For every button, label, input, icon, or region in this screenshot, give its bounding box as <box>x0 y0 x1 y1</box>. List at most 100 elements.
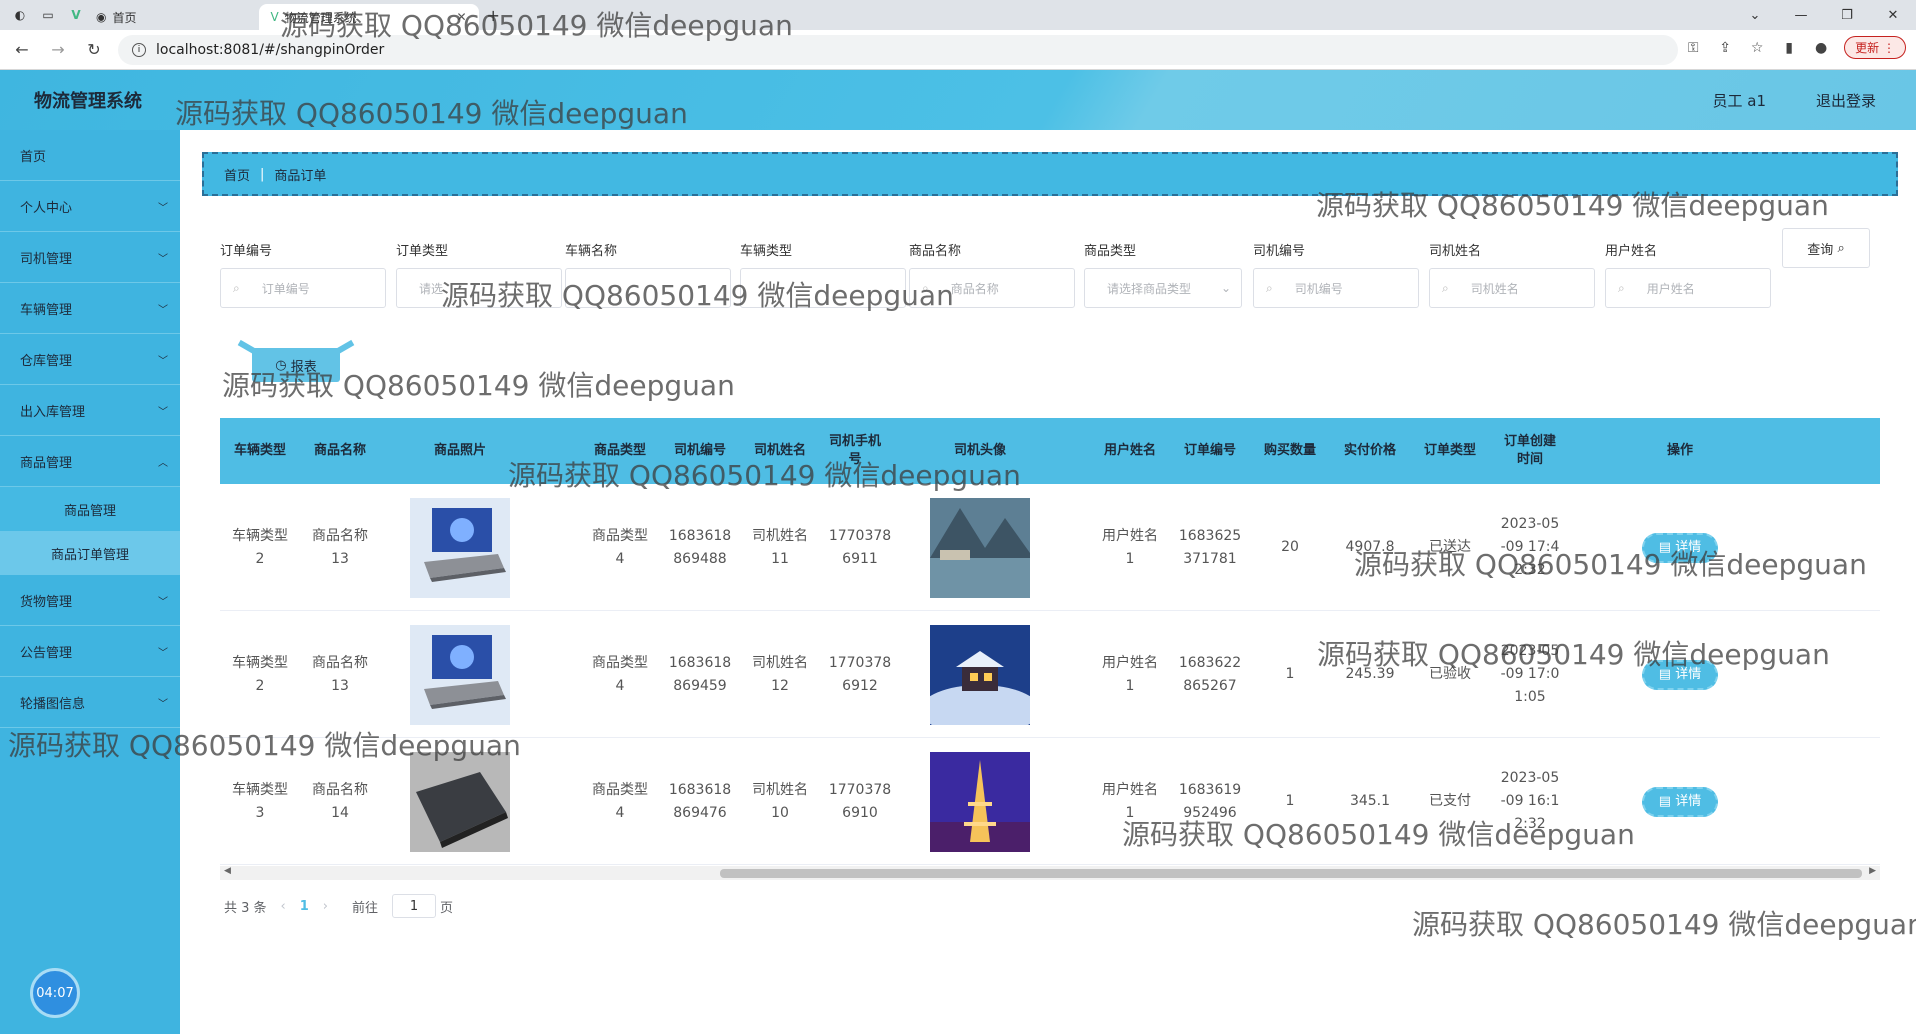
document-icon: ▤ <box>1658 794 1672 809</box>
filter-label-user-name: 用户姓名 <box>1605 244 1658 259</box>
product-name-input[interactable]: ⌕ 商品名称 <box>909 268 1075 308</box>
vue-tab-icon: V <box>270 10 279 24</box>
vehicle-type-select[interactable] <box>740 268 906 308</box>
driver-avatar-lake[interactable] <box>930 497 1030 598</box>
sidebar-item-products[interactable]: 商品管理 ︿ <box>0 436 180 487</box>
pager-page-unit: 页 <box>440 900 454 916</box>
browser-tabbar: ◐ ▭ V ◉ 首页 V 物流管理系统 ✕ + ⌄ — ❐ ✕ <box>0 0 1916 30</box>
sidebar-item-vehicles[interactable]: 车辆管理 ﹀ <box>0 283 180 334</box>
share-icon[interactable]: ⇪ <box>1716 39 1734 57</box>
sidebar-item-goods[interactable]: 货物管理 ﹀ <box>0 575 180 626</box>
pager-goto-input[interactable]: 1 <box>392 894 437 918</box>
sidebar-item-drivers[interactable]: 司机管理 ﹀ <box>0 232 180 283</box>
scroll-right-icon[interactable]: ▶ <box>1869 866 1876 876</box>
order-no-input[interactable]: ⌕ 订单编号 <box>220 268 386 308</box>
pager-next-icon[interactable]: › <box>323 899 328 914</box>
filter-label-driver-no: 司机编号 <box>1253 244 1306 259</box>
sidebar-item-home[interactable]: 首页 <box>0 130 180 181</box>
pager-total: 共 3 条 <box>224 900 267 916</box>
tab-logistics[interactable]: V 物流管理系统 ✕ <box>258 4 479 30</box>
breadcrumb-home[interactable]: 首页 <box>224 165 250 184</box>
app-title: 物流管理系统 <box>34 91 142 112</box>
tab-home[interactable]: ◉ 首页 <box>84 4 149 30</box>
minimize-icon[interactable]: — <box>1778 0 1824 30</box>
sidebar-item-notices[interactable]: 公告管理 ﹀ <box>0 626 180 677</box>
table-header: 车辆类型 商品名称 商品照片 商品类型 司机编号 司机姓名 司机手机号 司机头像… <box>220 418 1880 484</box>
restore-icon[interactable]: ❐ <box>1824 0 1870 30</box>
sidebar: 首页 个人中心 ﹀ 司机管理 ﹀ 车辆管理 ﹀ 仓库管理 ﹀ 出入库管理 ﹀ 商品管理 ︿ … <box>0 130 180 1034</box>
user-name-input[interactable]: ⌕ 用户姓名 <box>1605 268 1771 308</box>
query-button[interactable]: 查询 ⌕ <box>1782 228 1870 268</box>
filter-label-product-type: 商品类型 <box>1084 244 1137 259</box>
info-icon[interactable]: i <box>132 42 146 57</box>
sidepanel-icon[interactable]: ▮ <box>1780 39 1798 57</box>
close-window-icon[interactable]: ✕ <box>1870 0 1916 30</box>
detail-button[interactable]: ▤ 详情 <box>1642 786 1718 817</box>
col-order-type: 订单类型 <box>1423 443 1476 458</box>
driver-name-input[interactable]: ⌕ 司机姓名 <box>1429 268 1595 308</box>
filter-label-vehicle-type: 车辆类型 <box>740 244 793 259</box>
current-user: 员工 a1 <box>1712 92 1766 110</box>
new-tab-icon[interactable]: + <box>487 6 500 25</box>
star-icon[interactable]: ☆ <box>1748 39 1766 57</box>
sidebar-item-carousel[interactable]: 轮播图信息 ﹀ <box>0 677 180 728</box>
chevron-down-icon: ⌄ <box>1220 281 1231 295</box>
vehicle-name-input[interactable] <box>565 268 731 308</box>
product-photo-laptop-dark[interactable] <box>410 751 510 852</box>
col-order-no: 订单编号 <box>1183 443 1236 458</box>
col-driver-avatar: 司机头像 <box>953 443 1006 458</box>
app-header: 物流管理系统 员工 a1 退出登录 <box>0 70 1916 130</box>
browser-menu-icon[interactable]: ◐ <box>12 7 28 23</box>
filter-label-product-name: 商品名称 <box>909 244 962 259</box>
timer-badge[interactable]: 04:07 <box>30 968 80 1018</box>
address-bar: ← → ↻ i localhost:8081/#/shangpinOrder ⚿… <box>0 30 1916 70</box>
url-field[interactable]: i localhost:8081/#/shangpinOrder <box>118 34 1678 65</box>
chevron-down-icon: ﹀ <box>158 407 168 418</box>
detail-button[interactable]: ▤ 详情 <box>1642 532 1718 563</box>
chevron-down-icon: ﹀ <box>158 203 168 214</box>
table-row: 车辆类型 2 商品名称 13 商品类型 4 1683618 869459 司机姓名 12 … <box>220 611 1880 738</box>
col-price: 实付价格 <box>1343 443 1396 458</box>
profile-icon[interactable]: ● <box>1812 39 1830 57</box>
back-icon[interactable]: ← <box>8 36 36 64</box>
detail-button[interactable]: ▤ 详情 <box>1642 659 1718 690</box>
watermark: 源码获取 QQ86050149 微信deepguan <box>1412 908 1916 941</box>
report-button[interactable]: ◷ 报表 <box>252 348 340 382</box>
search-icon: ⌕ <box>1837 240 1845 256</box>
vue-icon: V <box>71 8 81 22</box>
table-horizontal-scrollbar[interactable]: ◀ ▶ <box>220 866 1880 880</box>
tab-group-icon[interactable]: ▭ <box>40 7 56 23</box>
scrollbar-thumb[interactable] <box>720 869 1862 878</box>
pager-current-page[interactable]: 1 <box>300 899 309 914</box>
search-icon: ⌕ <box>1618 280 1625 295</box>
driver-avatar-eiffel[interactable] <box>930 751 1030 852</box>
product-photo-laptop[interactable] <box>410 497 510 598</box>
reload-icon[interactable]: ↻ <box>80 36 108 64</box>
product-photo-laptop[interactable] <box>410 624 510 725</box>
product-type-select[interactable]: 请选择商品类型 ⌄ <box>1084 268 1242 308</box>
logout-link[interactable]: 退出登录 <box>1816 90 1876 111</box>
chevron-down-icon: ﹀ <box>158 597 168 608</box>
driver-no-input[interactable]: ⌕ 司机编号 <box>1253 268 1419 308</box>
tab-close-icon[interactable]: ✕ <box>456 10 466 24</box>
chevron-down-icon: ﹀ <box>158 699 168 710</box>
driver-avatar-snow-house[interactable] <box>930 624 1030 725</box>
sidebar-item-inout[interactable]: 出入库管理 ﹀ <box>0 385 180 436</box>
filter-label-driver-name: 司机姓名 <box>1429 244 1482 259</box>
sidebar-item-warehouse[interactable]: 仓库管理 ﹀ <box>0 334 180 385</box>
tab-search-icon[interactable]: ⌄ <box>1732 0 1778 30</box>
col-driver-no: 司机编号 <box>673 443 726 458</box>
sidebar-subitem-products[interactable]: 商品管理 <box>0 487 180 531</box>
chevron-down-icon: ﹀ <box>158 648 168 659</box>
order-type-select[interactable]: 请选 <box>396 268 562 308</box>
sidebar-subitem-orders[interactable]: 商品订单管理 <box>0 531 180 575</box>
pager-prev-icon[interactable]: ‹ <box>281 899 286 914</box>
update-button[interactable]: 更新 ⋮ <box>1844 36 1906 59</box>
breadcrumb: 首页 | 商品订单 <box>202 152 1898 196</box>
scroll-left-icon[interactable]: ◀ <box>224 866 231 876</box>
chevron-down-icon: ﹀ <box>158 254 168 265</box>
table-row: 车辆类型 3 商品名称 14 商品类型 4 1683618 869476 司机姓名 10 … <box>220 738 1880 865</box>
sidebar-item-personal[interactable]: 个人中心 ﹀ <box>0 181 180 232</box>
key-icon[interactable]: ⚿ <box>1684 39 1702 57</box>
forward-icon[interactable]: → <box>44 36 72 64</box>
